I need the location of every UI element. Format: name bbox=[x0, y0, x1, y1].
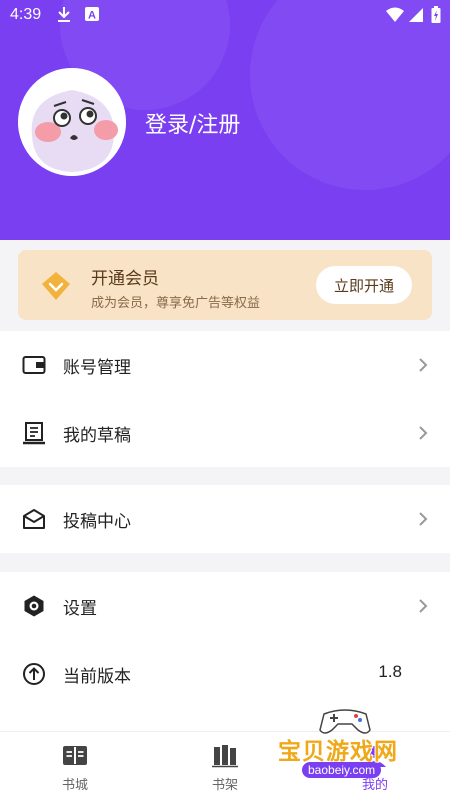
status-bar: 4:39 A bbox=[0, 0, 450, 32]
watermark-text: 宝贝游戏网 bbox=[278, 739, 398, 765]
nav-label: 书城 bbox=[61, 778, 88, 793]
envelope-icon bbox=[23, 509, 45, 529]
diamond-icon bbox=[42, 272, 70, 300]
menu-group-submission: 投稿中心 bbox=[0, 485, 450, 553]
watermark-url: baobeiy.com bbox=[302, 762, 382, 778]
wallet-icon bbox=[22, 356, 46, 374]
menu-item-label: 设置 bbox=[63, 599, 97, 619]
version-value: 1.8 bbox=[378, 662, 402, 681]
chevron-right-icon bbox=[419, 512, 428, 526]
menu-item-settings[interactable]: 设置 bbox=[0, 572, 450, 640]
bookstore-icon bbox=[63, 746, 87, 765]
vip-card[interactable]: 开通会员 成为会员，尊享免广告等权益 立即开通 bbox=[18, 250, 432, 320]
open-vip-button[interactable]: 立即开通 bbox=[316, 266, 412, 304]
draft-icon bbox=[23, 422, 45, 445]
signal-icon bbox=[409, 8, 423, 22]
wifi-icon bbox=[386, 7, 404, 22]
menu-item-account-management[interactable]: 账号管理 bbox=[0, 331, 450, 399]
settings-icon bbox=[24, 595, 44, 617]
battery-charging-icon bbox=[431, 6, 441, 23]
menu-group-account: 账号管理 我的草稿 bbox=[0, 331, 450, 467]
avatar[interactable] bbox=[18, 68, 126, 176]
nav-item-bookshelf[interactable]: 书架 bbox=[195, 744, 255, 793]
menu-item-current-version[interactable]: 当前版本 1.8 bbox=[0, 640, 450, 708]
chevron-right-icon bbox=[419, 358, 428, 372]
menu-item-submission-center[interactable]: 投稿中心 bbox=[0, 485, 450, 553]
chevron-right-icon bbox=[419, 599, 428, 613]
download-icon bbox=[58, 7, 70, 22]
chevron-right-icon bbox=[419, 426, 428, 440]
menu-item-label: 当前版本 bbox=[63, 667, 131, 687]
bookshelf-icon bbox=[212, 745, 238, 768]
vip-title: 开通会员 bbox=[91, 269, 159, 289]
cartoon-avatar-icon bbox=[18, 68, 126, 176]
svg-text:A: A bbox=[88, 10, 96, 22]
menu-item-label: 投稿中心 bbox=[63, 512, 131, 532]
vip-subtitle: 成为会员，尊享免广告等权益 bbox=[91, 296, 261, 311]
menu-item-label: 我的草稿 bbox=[63, 426, 131, 446]
menu-item-label: 账号管理 bbox=[63, 358, 131, 378]
nav-item-bookstore[interactable]: 书城 bbox=[45, 744, 105, 793]
profile-header: 4:39 A 登录/注册 bbox=[0, 0, 450, 240]
login-register-link[interactable]: 登录/注册 bbox=[145, 107, 240, 139]
watermark: 宝贝游戏网 baobeiy.com bbox=[272, 704, 422, 794]
arrow-up-circle-icon bbox=[23, 663, 45, 685]
status-time: 4:39 bbox=[10, 6, 42, 23]
nav-label: 书架 bbox=[211, 778, 238, 793]
menu-item-my-drafts[interactable]: 我的草稿 bbox=[0, 399, 450, 467]
a-notification-icon: A bbox=[85, 7, 99, 22]
